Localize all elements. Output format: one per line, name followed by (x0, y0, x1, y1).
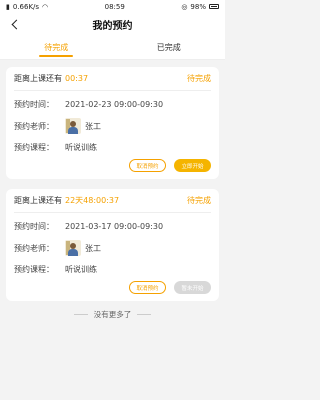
booking-list: 距离上课还有 00:37 待完成 预约时间： 2021-02-23 09:00-0… (0, 60, 225, 320)
signal-icon: ▮ (6, 2, 10, 11)
time-label: 预约时间： (14, 222, 54, 231)
nfc-icon: ◎ (181, 2, 188, 11)
cancel-booking-button[interactable]: 取消预约 (129, 281, 166, 294)
nav-bar: 我的预约 (0, 13, 225, 35)
status-badge: 待完成 (187, 74, 211, 83)
tab-completed[interactable]: 已完成 (113, 35, 226, 59)
course-value: 听说训练 (65, 143, 97, 152)
tab-pending[interactable]: 待完成 (0, 35, 113, 59)
battery-icon (208, 4, 219, 9)
clock: 08:59 (104, 2, 125, 11)
countdown: 距离上课还有 00:37 (14, 73, 88, 84)
time-value: 2021-02-23 09:00-09:30 (65, 100, 164, 109)
countdown: 距离上课还有 22天48:00:37 (14, 195, 119, 206)
booking-card: 距离上课还有 22天48:00:37 待完成 预约时间： 2021-03-17 0… (6, 189, 219, 301)
page-title: 我的预约 (92, 20, 133, 32)
battery-percent: 98% (190, 2, 206, 11)
countdown-value: 22天48:00:37 (65, 196, 120, 205)
teacher-row: 预约老师： 张工 (14, 240, 211, 256)
course-row: 预约课程： 听说训练 (14, 142, 211, 153)
tab-label: 待完成 (44, 42, 69, 52)
teacher-name: 张工 (85, 243, 101, 253)
time-row: 预约时间： 2021-03-17 09:00-09:30 (14, 221, 211, 232)
card-header: 距离上课还有 00:37 待完成 (14, 67, 211, 91)
network-speed: 0.66K/s (12, 2, 40, 11)
countdown-label: 距离上课还有 (14, 196, 62, 205)
back-button[interactable] (8, 17, 22, 31)
status-badge: 待完成 (187, 196, 211, 205)
teacher-label: 预约老师： (14, 243, 54, 253)
time-value: 2021-03-17 09:00-09:30 (65, 222, 164, 231)
cancel-booking-button[interactable]: 取消预约 (129, 159, 166, 172)
start-now-button[interactable]: 立即开始 (174, 159, 211, 172)
booking-card: 距离上课还有 00:37 待完成 预约时间： 2021-02-23 09:00-0… (6, 67, 219, 179)
card-actions: 取消预约 暂未开始 (14, 281, 211, 294)
chevron-left-icon (11, 19, 22, 29)
status-bar: ▮ 0.66K/s ◠ 08:59 ◎ 98% (0, 0, 225, 13)
teacher-name: 张工 (85, 121, 101, 131)
end-of-list: 没有更多了 (6, 309, 219, 320)
time-row: 预约时间： 2021-02-23 09:00-09:30 (14, 99, 211, 110)
teacher-avatar (65, 240, 81, 256)
course-row: 预约课程： 听说训练 (14, 264, 211, 275)
countdown-value: 00:37 (65, 74, 89, 83)
teacher-avatar (65, 118, 81, 134)
course-label: 预约课程： (14, 265, 54, 274)
not-started-button[interactable]: 暂未开始 (174, 281, 211, 294)
tab-label: 已完成 (156, 42, 181, 52)
teacher-row: 预约老师： 张工 (14, 118, 211, 134)
divider (73, 314, 88, 315)
teacher-label: 预约老师： (14, 121, 54, 131)
tab-bar: 待完成 已完成 (0, 35, 225, 60)
no-more-text: 没有更多了 (93, 310, 132, 319)
card-actions: 取消预约 立即开始 (14, 159, 211, 172)
course-value: 听说训练 (65, 265, 97, 274)
time-label: 预约时间： (14, 100, 54, 109)
divider (137, 314, 152, 315)
card-header: 距离上课还有 22天48:00:37 待完成 (14, 189, 211, 213)
course-label: 预约课程： (14, 143, 54, 152)
countdown-label: 距离上课还有 (14, 74, 62, 83)
wifi-icon: ◠ (42, 2, 49, 11)
